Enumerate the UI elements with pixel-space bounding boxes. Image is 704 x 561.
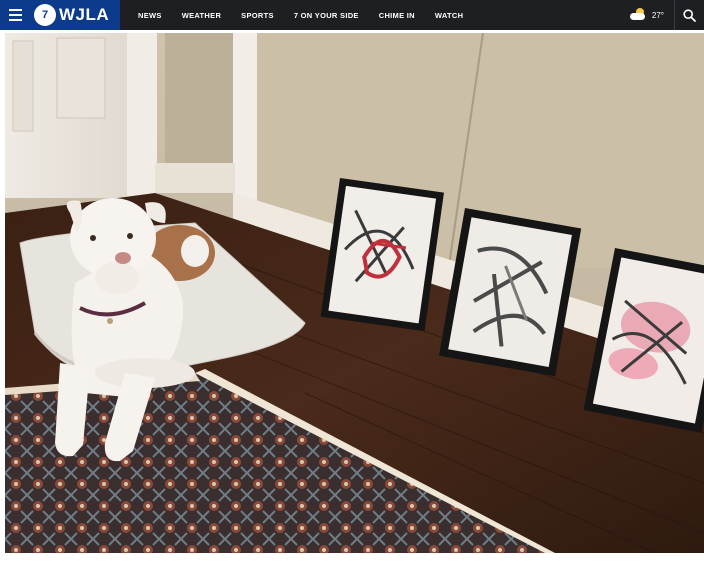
nav-sports[interactable]: SPORTS	[231, 11, 284, 20]
logo-badge: 7	[34, 4, 56, 26]
site-logo[interactable]: 7 WJLA	[30, 0, 120, 30]
nav-news[interactable]: NEWS	[128, 11, 172, 20]
site-header: 7 WJLA NEWS WEATHER SPORTS 7 ON YOUR SID…	[0, 0, 704, 30]
weather-widget[interactable]: 27°	[629, 0, 664, 30]
nav-chime-in[interactable]: CHIME IN	[369, 11, 425, 20]
weather-temperature: 27°	[651, 10, 664, 20]
search-icon[interactable]	[674, 0, 704, 30]
nav-weather[interactable]: WEATHER	[172, 11, 231, 20]
main-nav: NEWS WEATHER SPORTS 7 ON YOUR SIDE CHIME…	[128, 0, 473, 30]
nav-watch[interactable]: WATCH	[425, 11, 473, 20]
logo-text: WJLA	[59, 5, 110, 24]
hamburger-menu-icon[interactable]	[0, 0, 30, 30]
dog-with-paintings-photo	[5, 33, 704, 553]
partly-cloudy-icon	[629, 8, 647, 20]
nav-7-on-your-side[interactable]: 7 ON YOUR SIDE	[284, 11, 369, 20]
